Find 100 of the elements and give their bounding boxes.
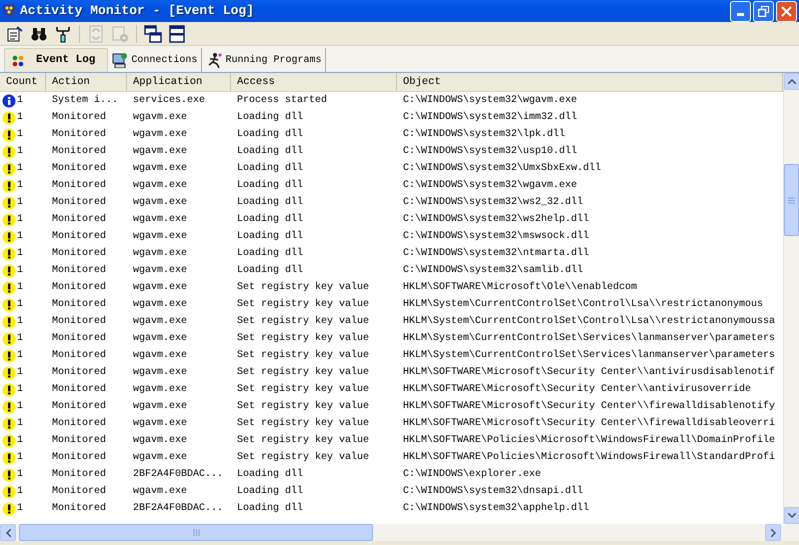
tab[interactable]: Connections [108,48,202,72]
table-cell-text: 1 [17,145,24,159]
vertical-scrollbar[interactable] [783,73,799,524]
table-cell: wgavm.exe [133,180,188,191]
table-cell: Loading dll [237,214,304,225]
scrollbar-thumb[interactable] [19,524,373,541]
column-header[interactable]: Action [46,73,127,91]
table-cell: 2BF2A4F0BDAC... [133,503,224,514]
table-cell-text: 1 [17,332,24,346]
table-cell: HKLM\SOFTWARE\Microsoft\Ole\\enabledcom [403,282,638,293]
scroll-left-button[interactable] [0,524,16,541]
warning-icon [2,502,16,516]
scrollbar-thumb[interactable] [784,164,799,236]
minimize-button[interactable] [730,0,751,22]
table-cell-text: 1 [17,111,24,125]
cascade-windows-button[interactable] [142,22,164,44]
table-cell: wgavm.exe [133,384,188,395]
table-cell-text: 1 [17,468,24,482]
warning-icon [2,366,16,380]
table-cell: Monitored [52,316,106,327]
table-cell: Loading dll [237,163,304,174]
table-cell: wgavm.exe [133,299,188,310]
table-cell: wgavm.exe [133,282,188,293]
table-cell-text: 1 [17,451,24,465]
column-header[interactable]: Access [231,73,397,91]
grip-icon [192,529,200,536]
table-cell: wgavm.exe [133,129,188,140]
table-cell: C:\WINDOWS\system32\ws2_32.dll [403,197,584,208]
warning-icon [2,332,16,346]
table-cell-text: 1 [17,247,24,261]
table-cell: Loading dll [237,469,304,480]
column-header[interactable]: Count [0,73,46,91]
tab[interactable]: Event Log [4,48,108,72]
warning-icon [2,162,16,176]
table-cell: HKLM\SOFTWARE\Microsoft\Security Center\\antivirusdisablenotif [403,367,776,378]
scroll-down-button[interactable] [784,507,799,524]
warning-icon [2,298,16,312]
scroll-right-button[interactable] [765,524,781,541]
app-icon [2,3,16,19]
table-cell: Set registry key value [237,418,370,429]
warning-icon [2,400,16,414]
warning-icon [2,178,16,192]
table-cell: Monitored [52,248,106,259]
warning-icon [2,450,16,464]
table-cell: Set registry key value [237,384,370,395]
computer-icon [112,52,128,68]
table-cell-text: 1 [17,162,24,176]
table-cell: C:\WINDOWS\system32\lpk.dll [403,129,566,140]
table-cell: Loading dll [237,146,304,157]
table-cell: wgavm.exe [133,231,188,242]
warning-icon [2,348,16,362]
table-cell: Loading dll [237,112,304,123]
table-cell: wgavm.exe [133,367,188,378]
table-cell: 2BF2A4F0BDAC... [133,469,224,480]
table-cell-text: 1 [17,417,24,431]
scroll-up-button[interactable] [784,73,799,90]
table-cell-text: 1 [17,179,24,193]
table-cell: HKLM\SOFTWARE\Policies\Microsoft\WindowsFirewall\StandardProfi [403,452,776,463]
table-cell: wgavm.exe [133,401,188,412]
table-cell: HKLM\System\CurrentControlSet\Control\Lsa\\restrictanonymoussa [403,316,776,327]
warning-icon [2,144,16,158]
table-cell: wgavm.exe [133,452,188,463]
table-cell-text: 1 [17,434,24,448]
table-cell: Set registry key value [237,333,370,344]
warning-icon [2,484,16,498]
warning-icon [2,212,16,226]
close-button[interactable] [776,0,797,22]
table-cell-text: 1 [17,213,24,227]
table-cell: Monitored [52,418,106,429]
table-cell-text: 1 [17,196,24,210]
table-cell: C:\WINDOWS\system32\imm32.dll [403,112,578,123]
table-cell: Set registry key value [237,316,370,327]
table-cell-text: 1 [17,502,24,516]
table-cell: C:\WINDOWS\system32\mswsock.dll [403,231,590,242]
table-cell: Set registry key value [237,350,370,361]
column-header[interactable]: Application [127,73,231,91]
table-cell: Monitored [52,401,106,412]
horizontal-scrollbar[interactable] [0,524,799,541]
table-cell: Set registry key value [237,367,370,378]
table-cell: wgavm.exe [133,350,188,361]
warning-icon [2,468,16,482]
table-cell-text: 1 [17,349,24,363]
table-cell-text: 1 [17,298,24,312]
table-cell: HKLM\SOFTWARE\Microsoft\Security Center\\firewalldisableoverri [403,418,776,429]
table-cell: HKLM\System\CurrentControlSet\Services\lanmanserver\parameters [403,333,776,344]
table-cell: Monitored [52,384,106,395]
table-cell: wgavm.exe [133,197,188,208]
restore-button[interactable] [753,0,774,22]
table-cell: C:\WINDOWS\system32\usp10.dll [403,146,578,157]
warning-icon [2,264,16,278]
table-cell: C:\WINDOWS\system32\UmxSbxExw.dll [403,163,602,174]
table-cell: C:\WINDOWS\system32\ntmarta.dll [403,248,590,259]
table-cell: Set registry key value [237,435,370,446]
table-cell: Loading dll [237,486,304,497]
tab[interactable]: Running Programs [202,48,326,72]
table-cell: Monitored [52,282,106,293]
table-cell: Monitored [52,452,106,463]
table-cell: Monitored [52,180,106,191]
table-cell-text: 1 [17,264,24,278]
warning-icon [2,128,16,142]
